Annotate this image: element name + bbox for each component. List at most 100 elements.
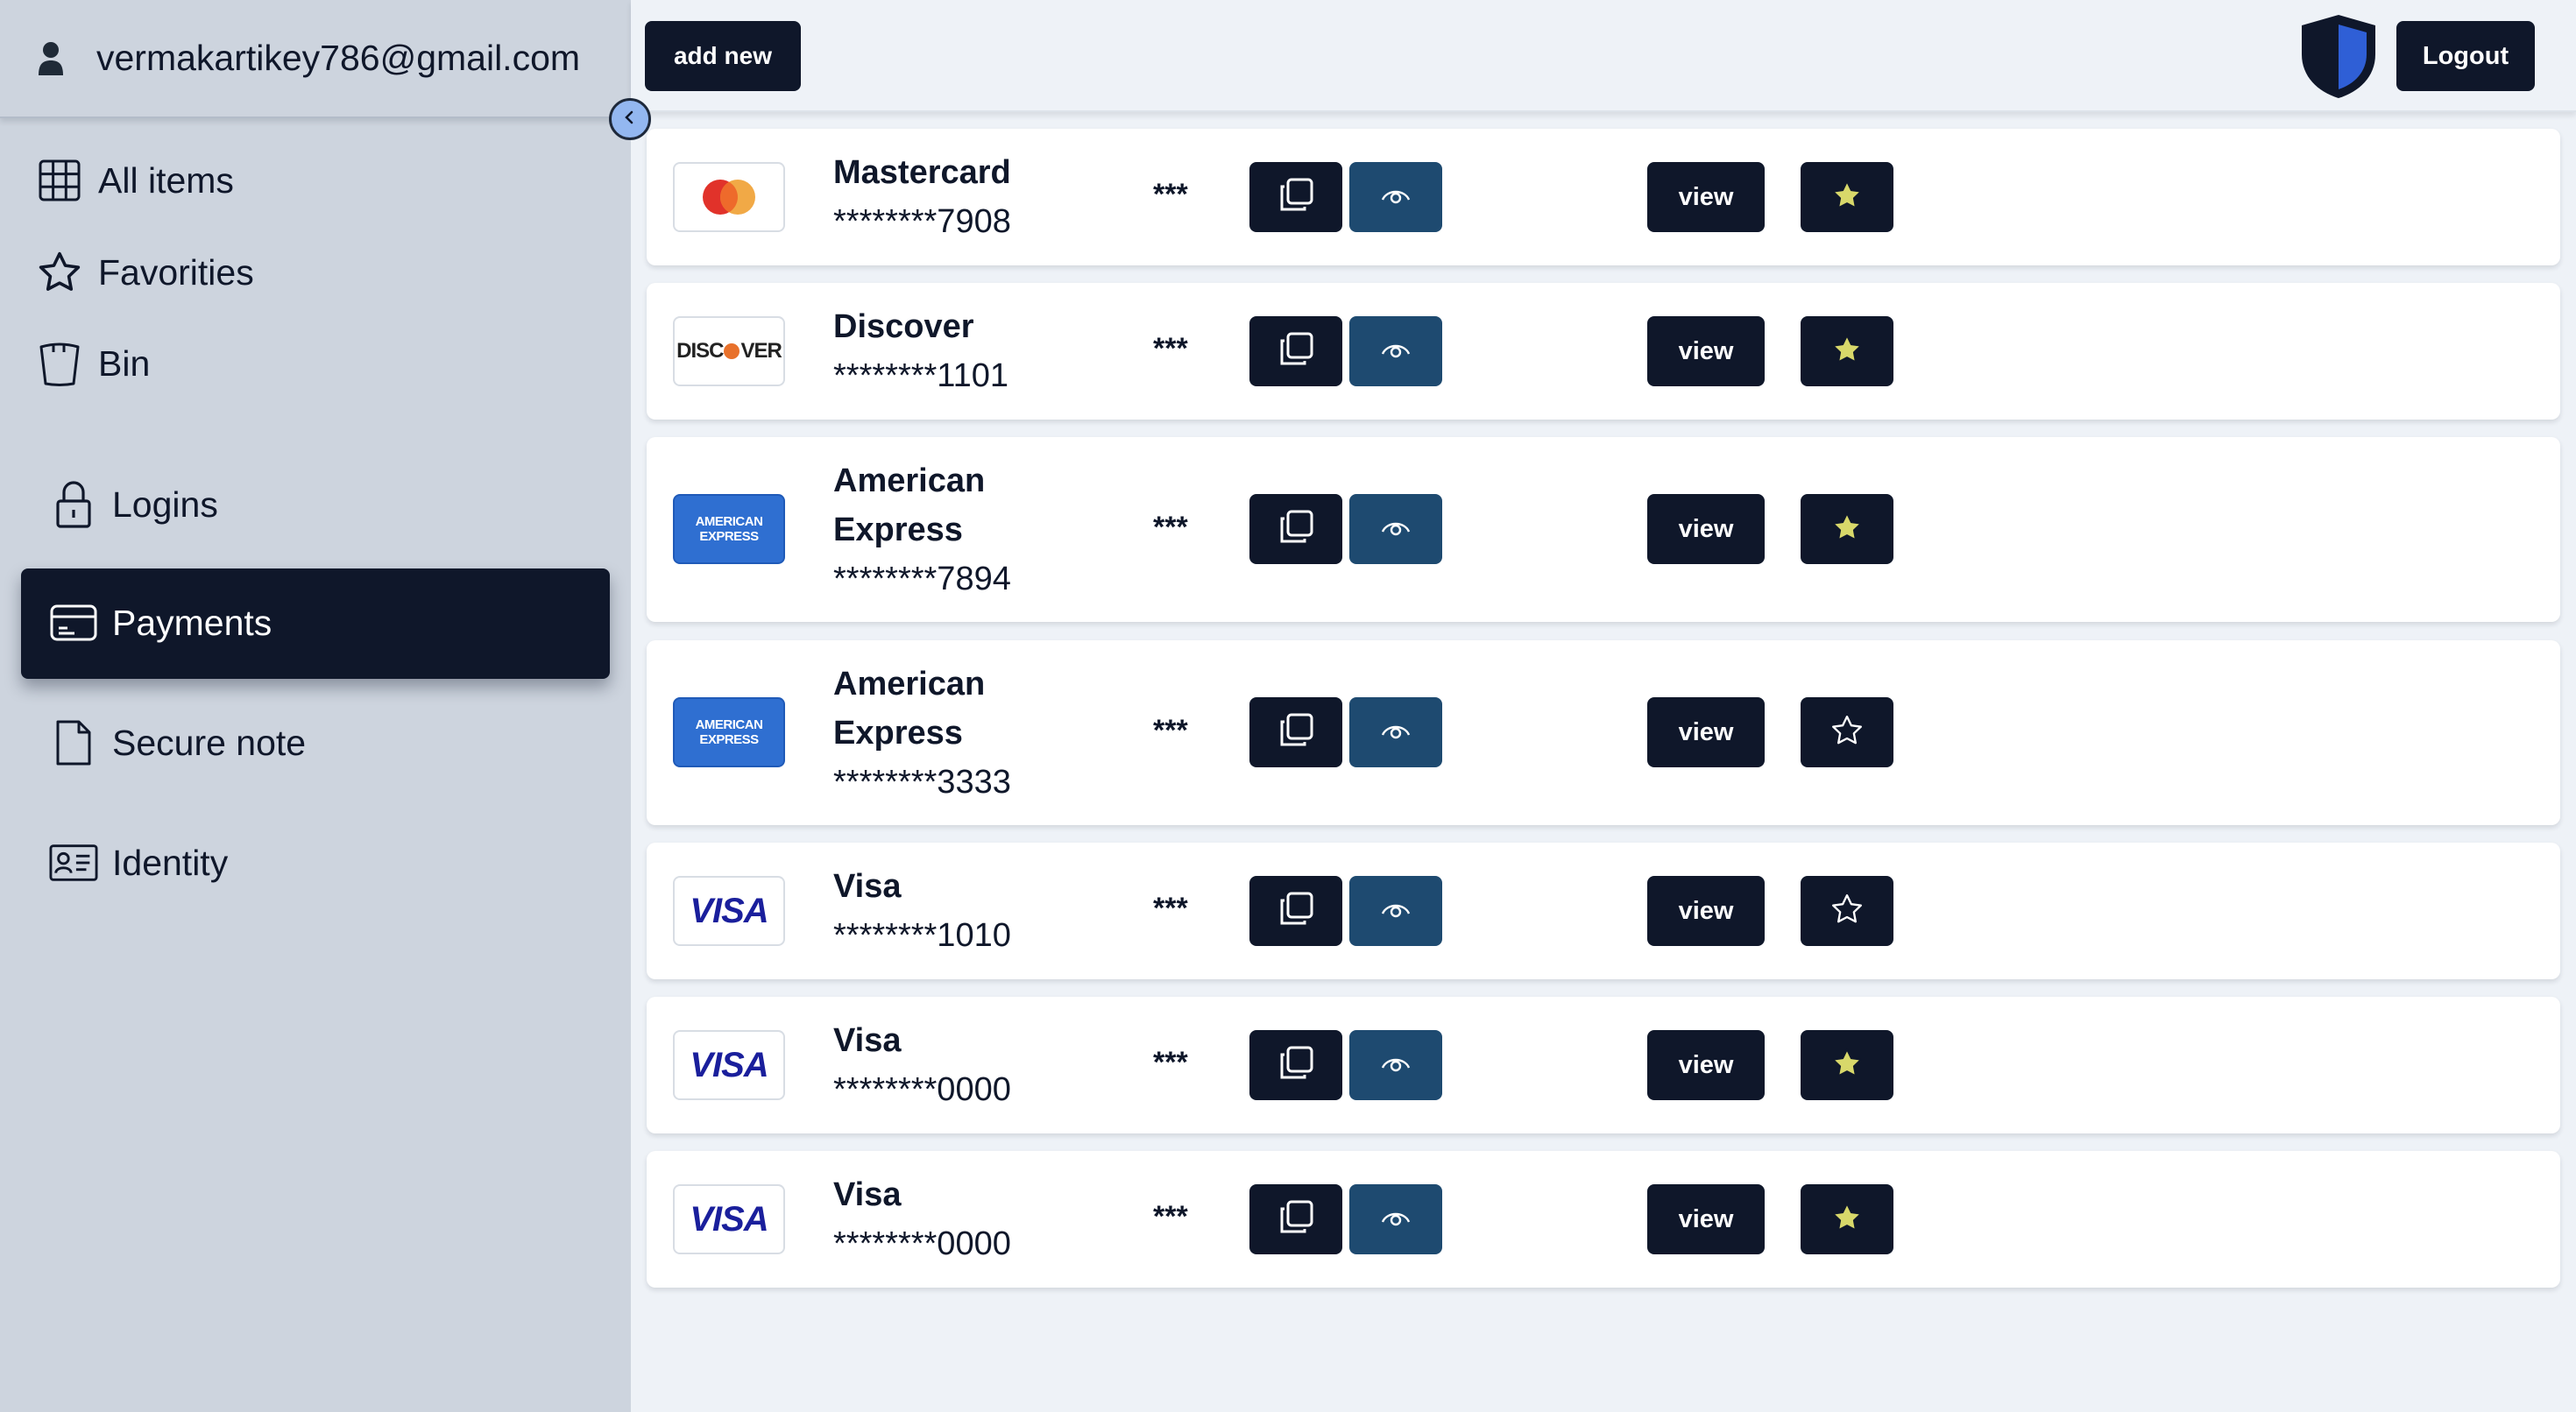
user-header: vermakartikey786@gmail.com — [0, 0, 631, 118]
sidebar: vermakartikey786@gmail.com All items Fav… — [0, 0, 631, 1412]
star-filled-icon — [1829, 332, 1865, 371]
id-card-icon — [49, 838, 98, 887]
copy-button[interactable] — [1249, 876, 1342, 946]
amex-logo-icon: AMERICAN EXPRESS — [673, 697, 785, 767]
card-info: Visa ********0000 — [833, 1170, 1096, 1268]
sidebar-item-all-items[interactable]: All items — [35, 156, 234, 205]
view-button[interactable]: view — [1647, 697, 1765, 767]
payment-card-row: DISC VER Discover ********1101 *** view — [647, 283, 2560, 420]
card-cvv: *** — [1153, 1046, 1188, 1079]
view-button[interactable]: view — [1647, 162, 1765, 232]
sidebar-item-label: Bin — [98, 342, 151, 384]
payment-card-row: VISA Visa ********0000 *** view — [647, 1151, 2560, 1288]
copy-icon — [1277, 176, 1315, 219]
sidebar-item-label: Logins — [112, 484, 218, 525]
star-filled-icon — [1829, 1046, 1865, 1085]
eye-icon — [1380, 899, 1412, 924]
top-bar — [631, 0, 2576, 112]
shield-logo-icon — [2297, 12, 2380, 100]
copy-icon — [1277, 508, 1315, 551]
collapse-sidebar-button[interactable] — [609, 98, 651, 140]
visa-logo-icon: VISA — [673, 1184, 785, 1254]
card-name: Visa — [833, 868, 902, 905]
copy-button[interactable] — [1249, 162, 1342, 232]
star-outline-icon — [1829, 713, 1865, 752]
payment-card-row: AMERICAN EXPRESS American Express *******… — [647, 437, 2560, 622]
sidebar-item-favorities[interactable]: Favorities — [35, 248, 254, 297]
reveal-button[interactable] — [1349, 162, 1442, 232]
sidebar-item-bin[interactable]: Bin — [35, 339, 150, 388]
lock-icon — [49, 480, 98, 529]
card-number: ********1010 — [833, 917, 1011, 954]
sidebar-item-logins[interactable]: Logins — [49, 480, 218, 529]
favorite-button[interactable] — [1801, 494, 1893, 564]
user-icon — [33, 38, 68, 80]
view-button[interactable]: view — [1647, 316, 1765, 386]
document-icon — [49, 718, 98, 767]
card-info: Visa ********1010 — [833, 862, 1096, 960]
payment-card-row: VISA Visa ********1010 *** view — [647, 843, 2560, 979]
card-number: ********1101 — [833, 357, 1009, 394]
view-button[interactable]: view — [1647, 494, 1765, 564]
eye-icon — [1380, 1207, 1412, 1232]
eye-icon — [1380, 185, 1412, 210]
copy-icon — [1277, 330, 1315, 373]
card-info: Discover ********1101 — [833, 302, 1096, 400]
card-cvv: *** — [1153, 892, 1188, 925]
discover-logo-icon: DISC VER — [673, 316, 785, 386]
copy-icon — [1277, 890, 1315, 933]
amex-logo-icon: AMERICAN EXPRESS — [673, 494, 785, 564]
reveal-button[interactable] — [1349, 1184, 1442, 1254]
favorite-button[interactable] — [1801, 697, 1893, 767]
reveal-button[interactable] — [1349, 1030, 1442, 1100]
copy-icon — [1277, 1198, 1315, 1241]
visa-logo-icon: VISA — [673, 1030, 785, 1100]
card-name: Discover — [833, 308, 974, 345]
eye-icon — [1380, 1053, 1412, 1078]
favorite-button[interactable] — [1801, 876, 1893, 946]
visa-logo-icon: VISA — [673, 876, 785, 946]
sidebar-item-label: Identity — [112, 842, 229, 883]
payment-card-row: AMERICAN EXPRESS American Express *******… — [647, 640, 2560, 825]
reveal-button[interactable] — [1349, 876, 1442, 946]
reveal-button[interactable] — [1349, 697, 1442, 767]
card-cvv: *** — [1153, 332, 1188, 365]
favorite-button[interactable] — [1801, 1030, 1893, 1100]
logout-button[interactable]: Logout — [2396, 21, 2535, 91]
star-filled-icon — [1829, 510, 1865, 549]
card-name: American Express — [833, 666, 986, 752]
star-outline-icon — [1829, 892, 1865, 931]
copy-button[interactable] — [1249, 1184, 1342, 1254]
favorite-button[interactable] — [1801, 1184, 1893, 1254]
view-button[interactable]: view — [1647, 1030, 1765, 1100]
eye-icon — [1380, 339, 1412, 364]
add-new-button[interactable]: add new — [645, 21, 801, 91]
card-cvv: *** — [1153, 714, 1188, 747]
sidebar-item-secure-note[interactable]: Secure note — [49, 718, 306, 767]
card-cvv: *** — [1153, 1200, 1188, 1233]
card-cvv: *** — [1153, 178, 1188, 211]
eye-icon — [1380, 720, 1412, 745]
copy-button[interactable] — [1249, 494, 1342, 564]
card-name: American Express — [833, 462, 986, 548]
view-button[interactable]: view — [1647, 876, 1765, 946]
favorite-button[interactable] — [1801, 316, 1893, 386]
copy-button[interactable] — [1249, 316, 1342, 386]
star-filled-icon — [1829, 1200, 1865, 1239]
view-button[interactable]: view — [1647, 1184, 1765, 1254]
card-number: ********0000 — [833, 1071, 1011, 1108]
reveal-button[interactable] — [1349, 316, 1442, 386]
chevron-left-icon — [620, 108, 640, 131]
sidebar-item-identity[interactable]: Identity — [49, 838, 228, 887]
payment-card-row: Mastercard ********7908 *** view — [647, 129, 2560, 265]
sidebar-item-payments[interactable]: Payments — [49, 598, 272, 647]
favorite-button[interactable] — [1801, 162, 1893, 232]
payment-card-row: VISA Visa ********0000 *** view — [647, 997, 2560, 1133]
card-info: Visa ********0000 — [833, 1016, 1096, 1114]
reveal-button[interactable] — [1349, 494, 1442, 564]
copy-button[interactable] — [1249, 697, 1342, 767]
card-info: American Express ********3333 — [833, 660, 1096, 807]
card-name: Visa — [833, 1176, 902, 1213]
copy-button[interactable] — [1249, 1030, 1342, 1100]
grid-icon — [35, 156, 84, 205]
